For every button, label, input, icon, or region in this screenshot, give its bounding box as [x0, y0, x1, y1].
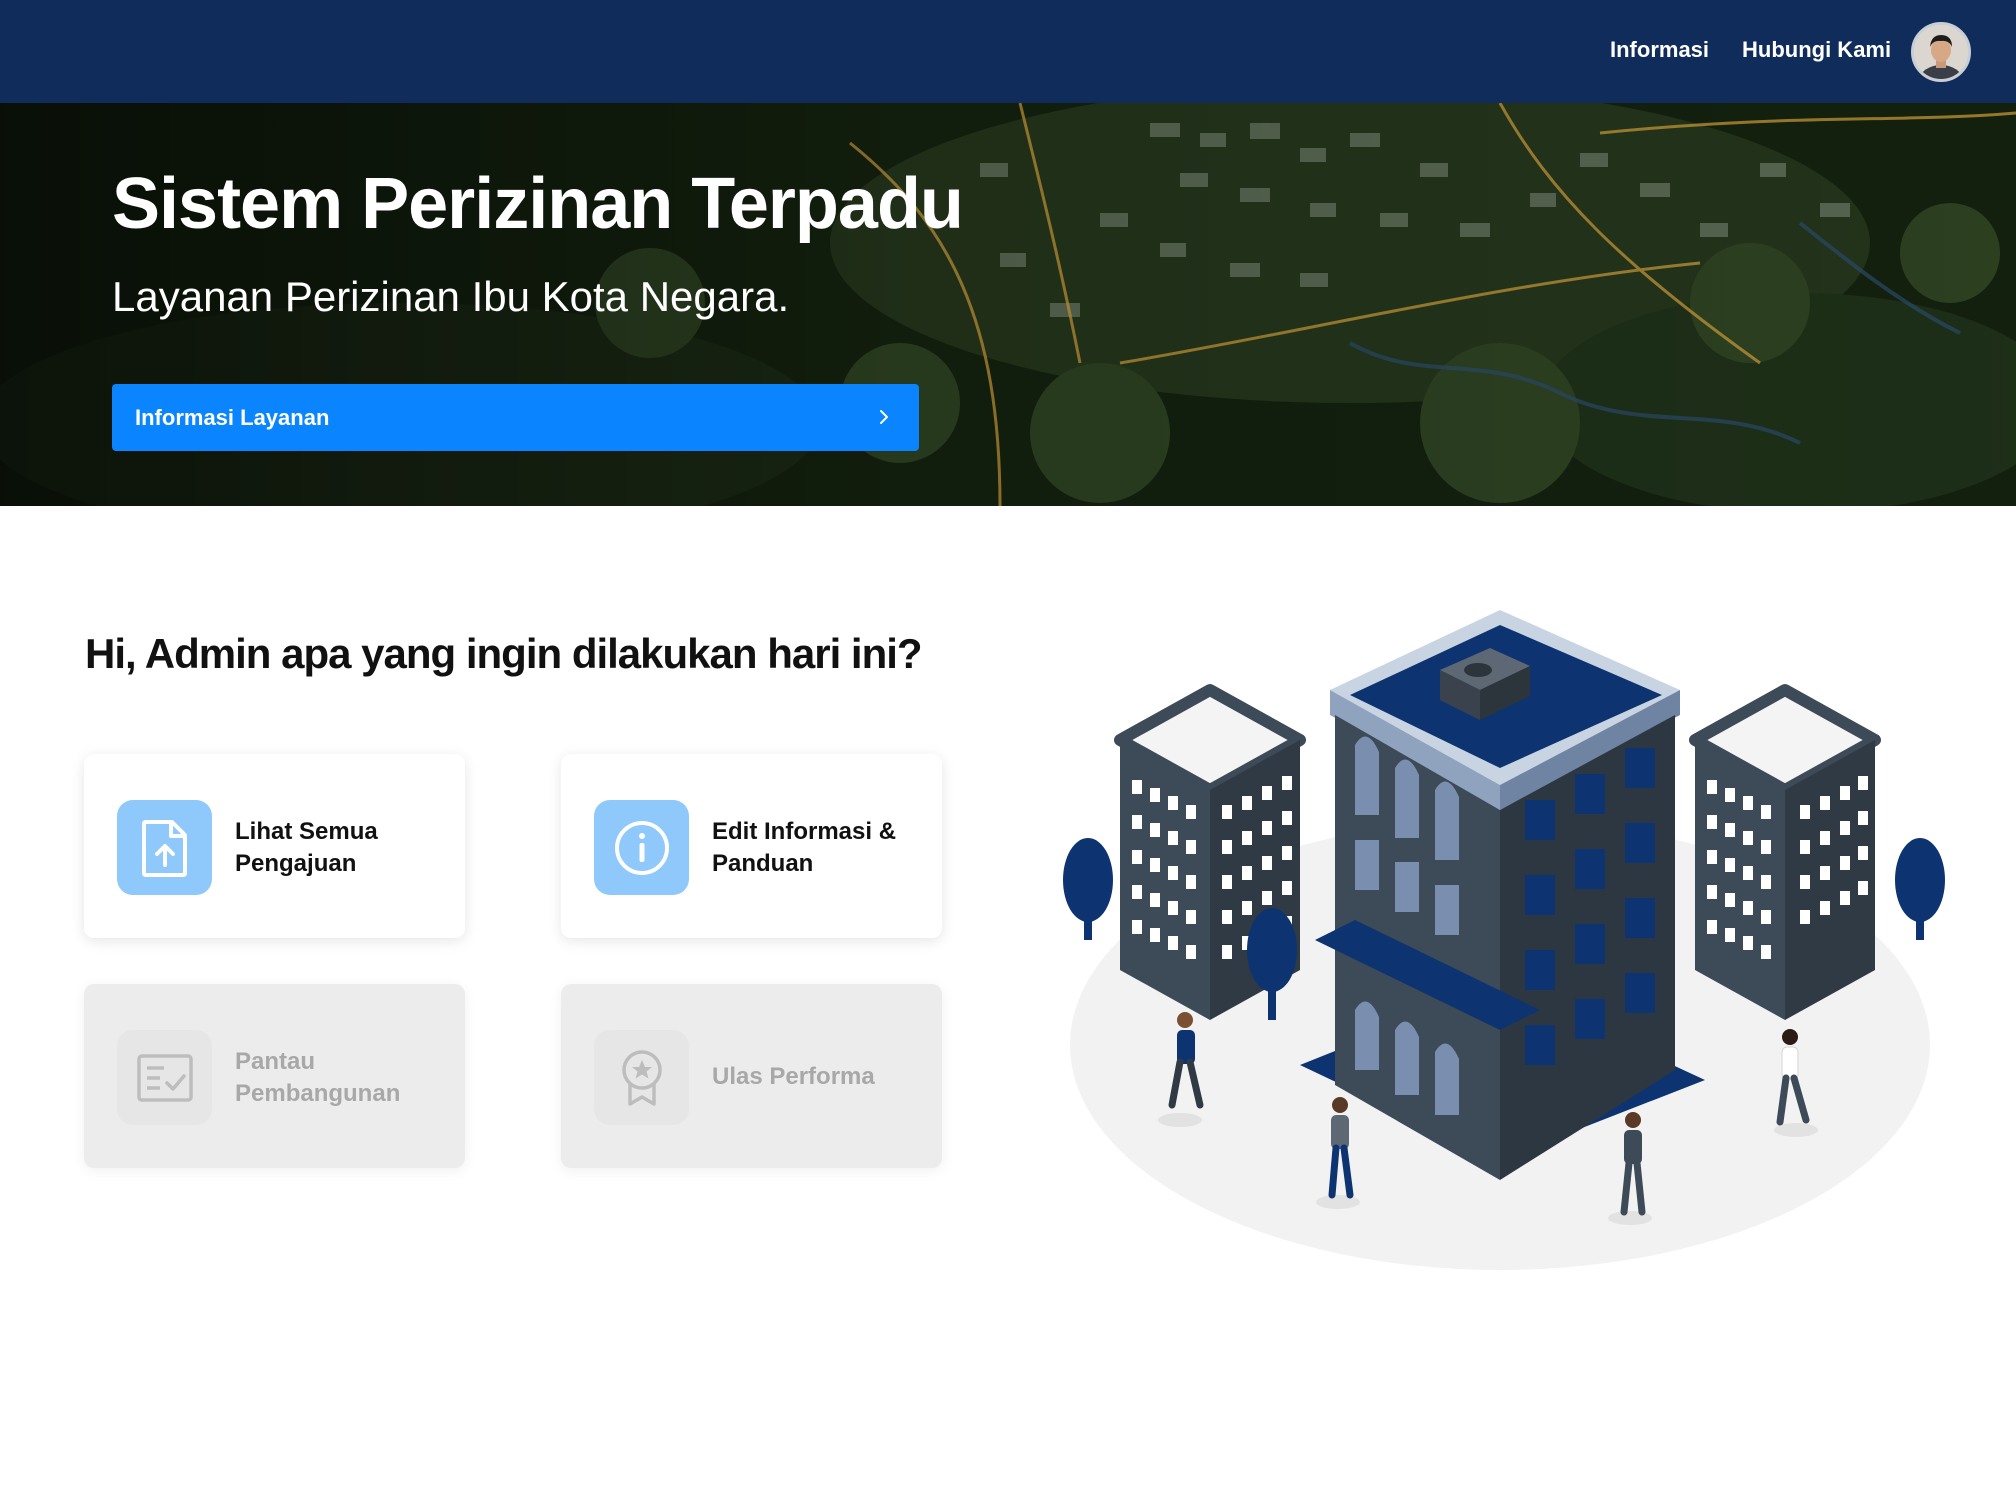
hero-title: Sistem Perizinan Terpadu — [112, 164, 964, 244]
card-pantau-pembangunan[interactable]: Pantau Pembangunan — [84, 984, 465, 1168]
card-ulas-performa[interactable]: Ulas Performa — [561, 984, 942, 1168]
user-avatar[interactable] — [1911, 22, 1971, 82]
right-building — [1689, 684, 1881, 1020]
award-badge-icon — [594, 1030, 689, 1125]
card-lihat-semua-pengajuan[interactable]: Lihat Semua Pengajuan — [84, 754, 465, 938]
nav-link-informasi[interactable]: Informasi — [1610, 37, 1709, 63]
card-label: Lihat Semua Pengajuan — [235, 818, 378, 877]
hero-banner: Sistem Perizinan Terpadu Layanan Perizin… — [0, 103, 2016, 506]
greeting-heading: Hi, Admin apa yang ingin dilakukan hari … — [85, 630, 923, 677]
card-label: Edit Informasi & Panduan — [712, 818, 897, 877]
chevron-right-icon — [880, 410, 888, 424]
file-upload-icon — [117, 800, 212, 895]
card-label: Ulas Performa — [712, 1063, 875, 1090]
building-illustration — [1063, 610, 1945, 1270]
hero-button-label: Informasi Layanan — [135, 404, 330, 430]
informasi-layanan-button[interactable]: Informasi Layanan — [112, 384, 919, 451]
hero-subtitle: Layanan Perizinan Ibu Kota Negara. — [112, 273, 790, 320]
checklist-icon — [117, 1030, 212, 1125]
top-navbar: Informasi Hubungi Kami — [0, 0, 2016, 103]
info-icon — [594, 800, 689, 895]
nav-link-hubungi-kami[interactable]: Hubungi Kami — [1742, 37, 1891, 63]
main-building — [1315, 610, 1680, 1180]
card-edit-informasi-panduan[interactable]: Edit Informasi & Panduan — [561, 754, 942, 938]
card-label: Pantau Pembangunan — [235, 1048, 401, 1107]
